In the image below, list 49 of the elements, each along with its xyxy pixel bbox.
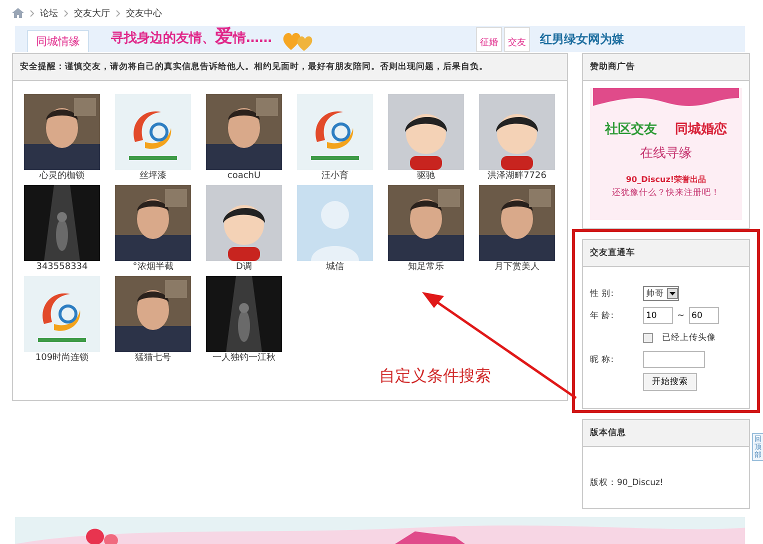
member-name[interactable]: 知足常乐 — [408, 261, 444, 274]
breadcrumb-link[interactable]: 论坛 — [40, 6, 58, 20]
checkbox[interactable] — [643, 332, 653, 342]
field-label: 性 别: — [590, 288, 615, 300]
banner-badge: 征婚 — [476, 27, 502, 52]
member-name[interactable]: 洪泽湖畔7726 — [488, 170, 546, 183]
member-name[interactable]: 猛猫七号 — [135, 352, 171, 365]
panel-title: 交友直通车 — [583, 240, 749, 267]
member-name[interactable]: 月下赏美人 — [494, 261, 540, 274]
field-label: 昵 称: — [590, 354, 615, 366]
member-name[interactable]: 343558334 — [36, 261, 88, 274]
field-label: 年 龄: — [590, 310, 615, 322]
member-name[interactable]: °浓烟半截 — [132, 261, 174, 274]
panel-title: 赞助商广告 — [583, 54, 749, 81]
age-from-field[interactable]: 10 — [643, 307, 673, 324]
age-to-field[interactable]: 60 — [688, 307, 719, 324]
search-button[interactable]: 开始搜索 — [643, 372, 697, 390]
member-name[interactable]: D调 — [236, 261, 252, 274]
panel-title: 版本信息 — [583, 420, 749, 447]
ad-text: 社区交友 — [605, 120, 657, 138]
chevron-icon — [116, 10, 120, 16]
banner-badge: 交友 — [504, 27, 530, 52]
ad-text: 90_Discuz!荣誉出品 — [626, 174, 706, 185]
banner-tagline: 红男绿女网为媒 — [540, 31, 624, 48]
copyright-text: 版权：90_Discuz! — [590, 478, 664, 488]
ad-text: 还犹豫什么？快来注册吧！ — [612, 187, 720, 199]
member-name[interactable]: 心灵的枷锁 — [40, 170, 84, 183]
gender-select[interactable]: 帅哥 — [643, 286, 679, 301]
ad-banner[interactable]: 社区交友 同城婚恋 在线寻缘 90_Discuz!荣誉出品 还犹豫什么？快来注册吧！ — [590, 88, 742, 220]
member-name[interactable]: 城信 — [326, 261, 344, 274]
nickname-field[interactable] — [643, 351, 705, 368]
banner-slogan: 寻找身边的友情、爱情…… — [111, 26, 272, 49]
member-name[interactable]: 汪小育 — [322, 170, 348, 183]
ad-text: 同城婚恋 — [675, 120, 727, 138]
checkbox-label: 已经上传头像 — [662, 332, 716, 344]
chevron-icon — [30, 10, 34, 16]
member-name[interactable]: 109时尚连锁 — [35, 352, 89, 365]
member-name[interactable]: 驱驰 — [417, 170, 435, 183]
breadcrumb-link[interactable]: 交友大厅 — [74, 6, 110, 20]
member-name[interactable]: 一人独钓一江秋 — [212, 352, 276, 365]
member-name[interactable]: 丝坪漆 — [140, 170, 166, 183]
breadcrumb-link[interactable]: 交友中心 — [126, 6, 162, 20]
annotation-text: 自定义条件搜索 — [379, 366, 491, 387]
ad-text: 在线寻缘 — [640, 145, 692, 162]
dropdown-icon — [667, 288, 678, 299]
chevron-icon — [64, 10, 68, 16]
safety-notice: 安全提醒：谨慎交友，请勿将自己的真实信息告诉给他人。相约见面时，最好有朋友陪同。否则出现问题，后果自负。 — [13, 54, 567, 81]
range-separator: ~ — [677, 310, 685, 320]
member-name[interactable]: coachU — [227, 170, 261, 183]
